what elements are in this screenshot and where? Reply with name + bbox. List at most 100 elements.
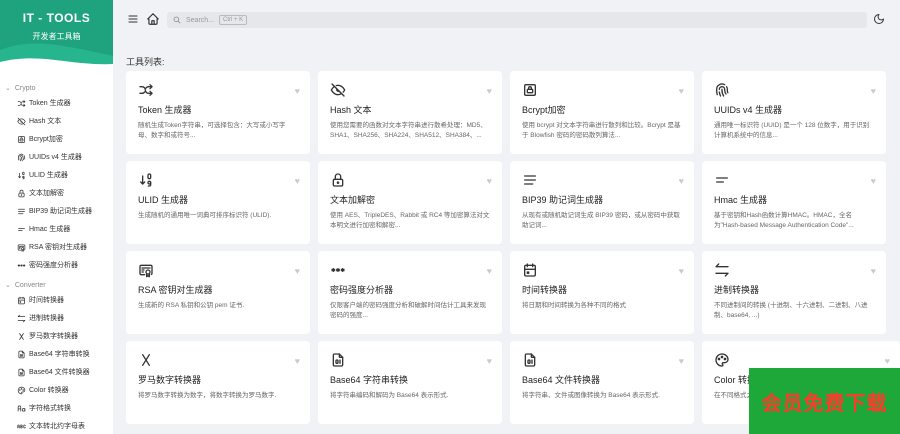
section-label: Crypto — [14, 84, 36, 92]
sidebar-item-label: 字符格式转换 — [29, 405, 71, 412]
heart-icon[interactable]: ♥ — [295, 356, 300, 366]
heart-icon[interactable]: ♥ — [679, 266, 684, 276]
tool-card-bip39[interactable]: ♥ BIP39 助记词生成器从现有或随机助记词生成 BIP39 密码，或从密码中获… — [510, 161, 694, 244]
tool-card-uuid[interactable]: ♥ UUIDs v4 生成器 通用唯一标识符 (UUID) 是一个 128 位数字，… — [702, 71, 886, 154]
tool-card-token-generator[interactable]: ♥ Token 生成器 随机生成Token字符串，可选择包含：大写或小写字母、数字和… — [126, 71, 310, 154]
sidebar-item-hmac[interactable]: Hmac 生成器 — [0, 220, 113, 238]
sidebar-item-hash-text[interactable]: Hash 文本 — [0, 112, 113, 130]
sidebar-item-nato-alphabet[interactable]: 文本转北约字母表 — [0, 417, 113, 434]
heart-icon[interactable]: ♥ — [295, 86, 300, 96]
tool-card-bcrypt[interactable]: ♥ Bcrypt加密 使用 bcrypt 对文本字符串进行散列和比较。Bcrypt … — [510, 71, 694, 154]
sidebar-item-label: 时间转换器 — [29, 297, 64, 304]
sidebar-item-label: Token 生成器 — [29, 100, 71, 107]
card-title: Bcrypt加密 — [522, 105, 566, 115]
sidebar-item-ulid[interactable]: ULID 生成器 — [0, 166, 113, 184]
heart-icon[interactable]: ♥ — [871, 86, 876, 96]
tool-card-roman-converter[interactable]: ♥ 罗马数字转换器 将罗马数字转换为数字，将数字转换为罗马数字. — [126, 341, 310, 424]
sidebar-item-label: 文本转北约字母表 — [29, 423, 85, 430]
sidebar-item-case-converter[interactable]: 字符格式转换 — [0, 399, 113, 417]
sidebar-item-encryption[interactable]: 文本加解密 — [0, 184, 113, 202]
card-title: 时间转换器 — [522, 285, 568, 295]
tool-card-hmac[interactable]: ♥ Hmac 生成器 基于密钥和Hash函数计算HMAC。HMAC，全名为"Hash… — [702, 161, 886, 244]
download-watermark: 会员免费下载 — [749, 368, 900, 434]
heart-icon[interactable]: ♥ — [487, 356, 492, 366]
heart-icon[interactable]: ♥ — [871, 176, 876, 186]
tool-card-base64-string[interactable]: ♥ Base64 字符串转换 将字符串编码和解码为 Base64 表示形式. — [318, 341, 502, 424]
lock-square-icon — [522, 82, 538, 98]
sidebar-item-label: Hmac 生成器 — [29, 226, 71, 233]
tool-card-encryption[interactable]: ♥ 文本加解密 使用 AES、TripleDES、Rabbit 或 RC4 等加密算… — [318, 161, 502, 244]
heart-icon[interactable]: ♥ — [295, 176, 300, 186]
card-description: 随机生成Token字符串，可选择包含：大写或小写字母、数字和或符号... — [138, 122, 286, 139]
card-title: 进制转换器 — [714, 285, 760, 295]
heart-icon[interactable]: ♥ — [679, 86, 684, 96]
heart-icon[interactable]: ♥ — [679, 176, 684, 186]
sidebar-item-base-converter[interactable]: 进制转换器 — [0, 309, 113, 327]
card-description: 将字符串编码和解码为 Base64 表示形式. — [330, 392, 449, 399]
tool-card-hash-text[interactable]: ♥ Hash 文本 使用您需要的函数对文本字符串进行散希处理：MD5、SHA1、SH… — [318, 71, 502, 154]
sidebar-item-label: 罗马数字转换器 — [29, 333, 78, 340]
card-description: 将罗马数字转换为数字，将数字转换为罗马数字. — [138, 392, 277, 399]
chevron-down-icon: ⌄ — [5, 85, 11, 92]
heart-icon[interactable]: ♥ — [885, 356, 890, 366]
section-header-crypto[interactable]: ⌄ Crypto — [0, 82, 113, 94]
search-icon — [173, 16, 181, 24]
short-text-icon — [16, 224, 26, 234]
tool-card-base-converter[interactable]: ♥ 进制转换器 不同进制间的转换 (十进制、十六进制、二进制、八进制、base64,… — [702, 251, 886, 334]
sidebar-item-token-generator[interactable]: Token 生成器 — [0, 94, 113, 112]
sidebar-item-roman-converter[interactable]: 罗马数字转换器 — [0, 327, 113, 345]
fingerprint-icon — [714, 82, 730, 98]
search-placeholder: Search... — [186, 16, 215, 24]
sidebar-item-uuid[interactable]: UUIDs v4 生成器 — [0, 148, 113, 166]
sort-numeric-icon — [16, 170, 26, 180]
sidebar-item-base64-string[interactable]: Base64 字符串转换 — [0, 345, 113, 363]
section-header-converter[interactable]: ⌄ Converter — [0, 279, 113, 291]
tool-card-rsa[interactable]: ♥ RSA 密钥对生成器 生成新的 RSA 私钥和公钥 pem 证书. — [126, 251, 310, 334]
file-digit-icon — [16, 349, 26, 359]
card-title: Base64 文件转换器 — [522, 375, 601, 385]
sidebar-item-color-converter[interactable]: Color 转换器 — [0, 381, 113, 399]
file-digit-icon — [522, 352, 538, 368]
palette-icon — [714, 352, 730, 368]
card-description: 将字符串、文件或图像转换为 Base64 表示形式. — [522, 392, 660, 399]
card-title: ULID 生成器 — [138, 195, 189, 205]
heart-icon[interactable]: ♥ — [487, 176, 492, 186]
chevron-down-icon: ⌄ — [5, 282, 11, 289]
heart-icon[interactable]: ♥ — [679, 356, 684, 366]
sidebar-item-rsa[interactable]: RSA 密钥对生成器 — [0, 238, 113, 256]
card-description: 仅限客户端的密码强度分析和破解时间估计工具来发现密码的强度... — [330, 302, 486, 319]
sidebar-item-label: Hash 文本 — [29, 118, 62, 125]
eye-off-icon — [330, 82, 346, 98]
arrows-left-right-icon — [714, 262, 730, 278]
heart-icon[interactable]: ♥ — [295, 266, 300, 276]
card-description: 使用您需要的函数对文本字符串进行散希处理：MD5、SHA1、SHA256、SHA… — [330, 122, 487, 139]
sidebar-item-label: 文本加解密 — [29, 190, 64, 197]
sidebar-section-crypto: ⌄ Crypto Token 生成器 Hash 文本 Bcrypt加密 UUID… — [0, 82, 113, 274]
heart-icon[interactable]: ♥ — [871, 266, 876, 276]
sidebar-item-bcrypt[interactable]: Bcrypt加密 — [0, 130, 113, 148]
letter-x-icon — [16, 331, 26, 341]
tool-card-date-converter[interactable]: ♥ 时间转换器 将日期和时间转换为各种不同的格式 — [510, 251, 694, 334]
search-input[interactable]: Search... Ctrl + K — [167, 12, 867, 28]
tool-card-ulid[interactable]: ♥ ULID 生成器 生成随机的通用唯一词典可排序标识符 (ULID). — [126, 161, 310, 244]
brand-header[interactable]: IT - TOOLS 开发者工具箱 — [0, 0, 113, 76]
sidebar-item-label: Bcrypt加密 — [29, 136, 63, 143]
moon-icon[interactable] — [873, 13, 885, 25]
tool-card-password-strength[interactable]: ♥ 密码强度分析器 仅限客户端的密码强度分析和破解时间估计工具来发现密码的强度... — [318, 251, 502, 334]
brand-subtitle: 开发者工具箱 — [32, 32, 81, 41]
home-icon[interactable] — [146, 12, 160, 26]
heart-icon[interactable]: ♥ — [487, 86, 492, 96]
card-title: BIP39 助记词生成器 — [522, 195, 604, 205]
sidebar-item-base64-file[interactable]: Base64 文件转换器 — [0, 363, 113, 381]
sidebar-item-label: BIP39 助记词生成器 — [29, 208, 93, 215]
menu-icon[interactable] — [127, 13, 139, 25]
align-justified-icon — [16, 206, 26, 216]
sidebar-section-converter: ⌄ Converter 时间转换器 进制转换器 罗马数字转换器 Base64 字… — [0, 279, 113, 434]
card-title: RSA 密钥对生成器 — [138, 285, 213, 295]
tool-card-base64-file[interactable]: ♥ Base64 文件转换器将字符串、文件或图像转换为 Base64 表示形式. — [510, 341, 694, 424]
sidebar-item-password-strength[interactable]: 密码强度分析器 — [0, 256, 113, 274]
sidebar-item-bip39[interactable]: BIP39 助记词生成器 — [0, 202, 113, 220]
card-description: 从现有或随机助记词生成 BIP39 密码，或从密码中获取助记词... — [522, 212, 680, 229]
sidebar-item-date-converter[interactable]: 时间转换器 — [0, 291, 113, 309]
heart-icon[interactable]: ♥ — [487, 266, 492, 276]
